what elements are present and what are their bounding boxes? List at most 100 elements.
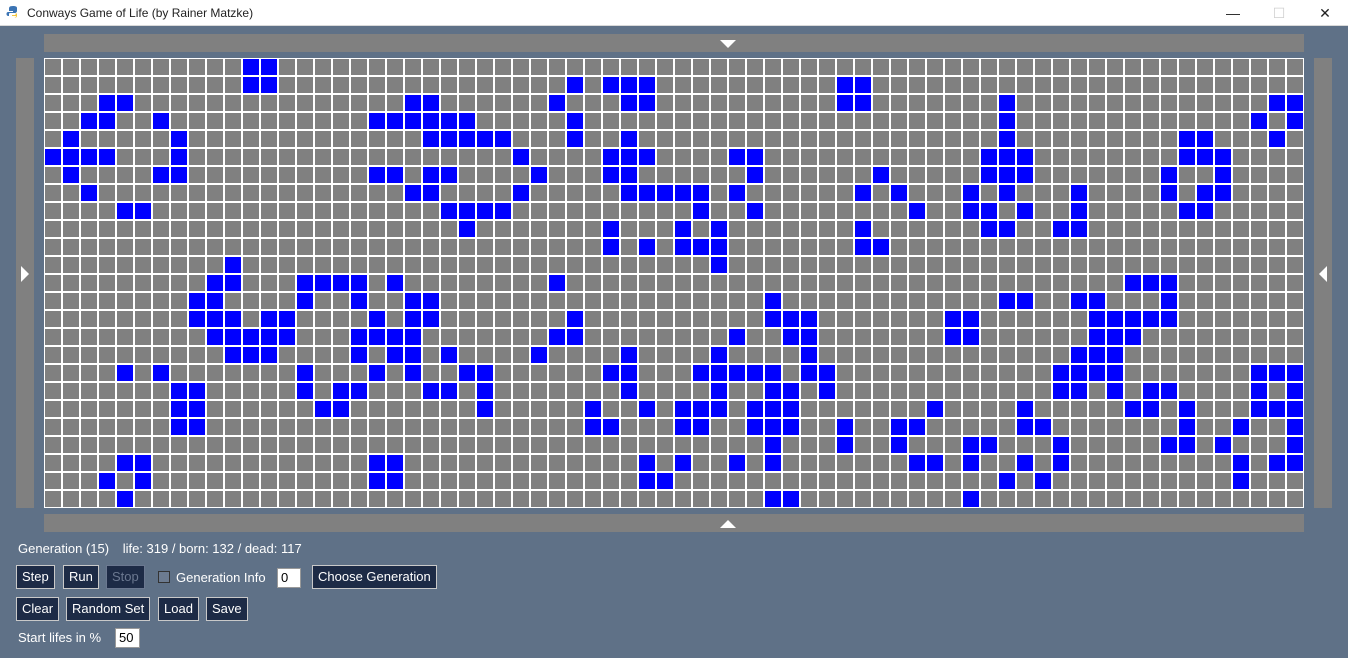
- cell-dead[interactable]: [890, 490, 908, 508]
- cell-alive[interactable]: [638, 238, 656, 256]
- cell-alive[interactable]: [404, 328, 422, 346]
- cell-dead[interactable]: [44, 274, 62, 292]
- cell-dead[interactable]: [620, 220, 638, 238]
- cell-dead[interactable]: [1214, 364, 1232, 382]
- cell-dead[interactable]: [80, 166, 98, 184]
- cell-dead[interactable]: [404, 490, 422, 508]
- cell-dead[interactable]: [152, 292, 170, 310]
- cell-dead[interactable]: [1034, 238, 1052, 256]
- cell-dead[interactable]: [926, 256, 944, 274]
- cell-dead[interactable]: [548, 346, 566, 364]
- cell-dead[interactable]: [206, 346, 224, 364]
- shift-down-bar[interactable]: [44, 34, 1304, 52]
- cell-dead[interactable]: [962, 346, 980, 364]
- cell-dead[interactable]: [890, 76, 908, 94]
- cell-alive[interactable]: [62, 130, 80, 148]
- cell-dead[interactable]: [224, 220, 242, 238]
- cell-dead[interactable]: [944, 256, 962, 274]
- cell-dead[interactable]: [602, 58, 620, 76]
- cell-dead[interactable]: [1232, 202, 1250, 220]
- cell-dead[interactable]: [584, 112, 602, 130]
- cell-alive[interactable]: [728, 454, 746, 472]
- cell-alive[interactable]: [368, 472, 386, 490]
- cell-dead[interactable]: [224, 58, 242, 76]
- cell-dead[interactable]: [980, 76, 998, 94]
- cell-dead[interactable]: [1196, 274, 1214, 292]
- cell-dead[interactable]: [818, 58, 836, 76]
- cell-dead[interactable]: [692, 256, 710, 274]
- cell-alive[interactable]: [1286, 112, 1304, 130]
- cell-dead[interactable]: [692, 76, 710, 94]
- cell-dead[interactable]: [818, 292, 836, 310]
- cell-dead[interactable]: [242, 220, 260, 238]
- cell-dead[interactable]: [710, 328, 728, 346]
- cell-dead[interactable]: [746, 256, 764, 274]
- cell-alive[interactable]: [998, 148, 1016, 166]
- shift-up-bar[interactable]: [44, 514, 1304, 532]
- cell-dead[interactable]: [764, 256, 782, 274]
- cell-alive[interactable]: [404, 310, 422, 328]
- cell-alive[interactable]: [350, 292, 368, 310]
- cell-dead[interactable]: [1088, 202, 1106, 220]
- cell-alive[interactable]: [1232, 472, 1250, 490]
- cell-dead[interactable]: [1016, 310, 1034, 328]
- cell-alive[interactable]: [710, 382, 728, 400]
- cell-alive[interactable]: [566, 76, 584, 94]
- cell-dead[interactable]: [62, 202, 80, 220]
- cell-dead[interactable]: [242, 454, 260, 472]
- cell-dead[interactable]: [1034, 400, 1052, 418]
- cell-alive[interactable]: [116, 454, 134, 472]
- cell-dead[interactable]: [602, 292, 620, 310]
- cell-dead[interactable]: [1160, 112, 1178, 130]
- cell-dead[interactable]: [1214, 292, 1232, 310]
- cell-dead[interactable]: [278, 400, 296, 418]
- cell-dead[interactable]: [656, 148, 674, 166]
- choose-generation-button[interactable]: Choose Generation: [312, 565, 437, 589]
- cell-alive[interactable]: [962, 202, 980, 220]
- cell-dead[interactable]: [494, 364, 512, 382]
- cell-dead[interactable]: [80, 328, 98, 346]
- cell-alive[interactable]: [98, 472, 116, 490]
- cell-dead[interactable]: [674, 310, 692, 328]
- cell-dead[interactable]: [944, 292, 962, 310]
- cell-alive[interactable]: [170, 166, 188, 184]
- cell-dead[interactable]: [242, 94, 260, 112]
- cell-dead[interactable]: [332, 202, 350, 220]
- cell-dead[interactable]: [188, 436, 206, 454]
- cell-dead[interactable]: [836, 400, 854, 418]
- cell-dead[interactable]: [44, 58, 62, 76]
- cell-dead[interactable]: [260, 130, 278, 148]
- cell-alive[interactable]: [620, 382, 638, 400]
- cell-dead[interactable]: [440, 436, 458, 454]
- cell-dead[interactable]: [116, 58, 134, 76]
- cell-dead[interactable]: [872, 346, 890, 364]
- cell-alive[interactable]: [188, 382, 206, 400]
- cell-dead[interactable]: [1160, 490, 1178, 508]
- cell-dead[interactable]: [1142, 346, 1160, 364]
- cell-dead[interactable]: [134, 436, 152, 454]
- cell-dead[interactable]: [710, 76, 728, 94]
- cell-dead[interactable]: [224, 400, 242, 418]
- cell-dead[interactable]: [1034, 364, 1052, 382]
- cell-alive[interactable]: [224, 310, 242, 328]
- cell-alive[interactable]: [350, 382, 368, 400]
- cell-dead[interactable]: [1196, 166, 1214, 184]
- cell-dead[interactable]: [944, 364, 962, 382]
- cell-dead[interactable]: [44, 202, 62, 220]
- cell-dead[interactable]: [206, 472, 224, 490]
- cell-dead[interactable]: [926, 184, 944, 202]
- cell-dead[interactable]: [152, 58, 170, 76]
- cell-dead[interactable]: [278, 454, 296, 472]
- cell-dead[interactable]: [872, 202, 890, 220]
- cell-dead[interactable]: [548, 436, 566, 454]
- cell-dead[interactable]: [1124, 382, 1142, 400]
- cell-dead[interactable]: [422, 256, 440, 274]
- cell-dead[interactable]: [980, 490, 998, 508]
- cell-dead[interactable]: [530, 310, 548, 328]
- cell-dead[interactable]: [656, 418, 674, 436]
- cell-dead[interactable]: [764, 238, 782, 256]
- cell-dead[interactable]: [242, 238, 260, 256]
- cell-alive[interactable]: [1250, 382, 1268, 400]
- cell-dead[interactable]: [926, 112, 944, 130]
- cell-dead[interactable]: [890, 472, 908, 490]
